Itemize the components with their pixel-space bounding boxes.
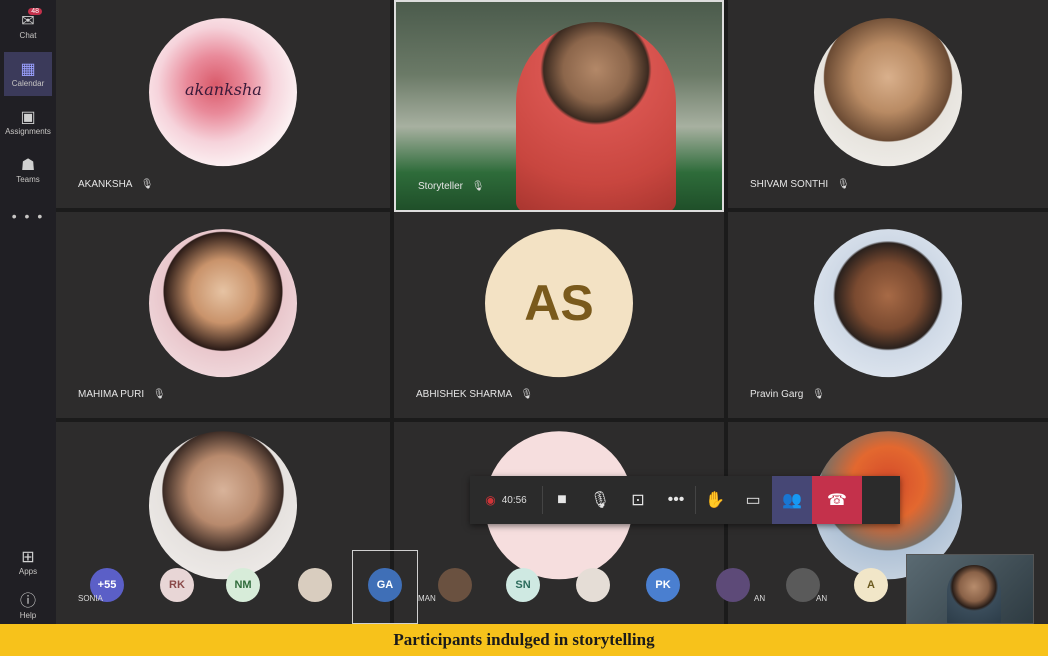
participant-name: Storyteller [418, 181, 464, 192]
app-rail: ✉ Chat 48 ▦ Calendar ▣ Assignments ☗ Tea… [0, 0, 57, 624]
self-figure [947, 565, 1001, 623]
rail-apps-label: Apps [18, 566, 38, 576]
share-screen-icon: ⊡ [631, 492, 645, 509]
rail-chat[interactable]: ✉ Chat 48 [4, 4, 52, 48]
participant-tile[interactable]: akanksha AKANKSHA 🎙 [56, 0, 390, 208]
camera-button[interactable]: ■ [543, 476, 581, 524]
meeting-timer-text: 40:56 [501, 494, 527, 506]
participant-name: ABHISHEK SHARMA [416, 389, 512, 400]
teams-meeting-window: ✉ Chat 48 ▦ Calendar ▣ Assignments ☗ Tea… [0, 0, 1048, 624]
participant-chip[interactable]: GA [368, 568, 402, 602]
participant-tile[interactable]: Pravin Garg 🎙 [728, 212, 1048, 418]
participant-chip[interactable]: NM [226, 568, 260, 602]
mic-button[interactable]: 🎙 [581, 476, 619, 524]
participant-avatar [814, 229, 962, 378]
speaker-figure [516, 22, 676, 210]
participant-name-row: Pravin Garg 🎙 [750, 389, 825, 400]
video-grid: akanksha AKANKSHA 🎙 Storyteller 🎙 SHIVAM… [56, 0, 1048, 624]
participant-name: Pravin Garg [750, 389, 804, 400]
participant-name-row: Storyteller 🎙 [418, 181, 485, 192]
participant-tile[interactable]: MAHIMA PURI 🎙 [56, 212, 390, 418]
more-actions-button[interactable]: ••• [657, 476, 695, 524]
participant-chip[interactable]: A [854, 568, 888, 602]
participant-chip[interactable]: SN [506, 568, 540, 602]
leave-call-button[interactable]: ☎ [812, 476, 862, 524]
microphone-icon: 🎙 [589, 492, 611, 509]
participant-tile[interactable]: AS ABHISHEK SHARMA 🎙 [394, 212, 724, 418]
participant-avatar [814, 18, 962, 167]
participants-button[interactable]: 👥 [772, 476, 812, 524]
people-icon: 👥 [782, 492, 802, 509]
participant-chip[interactable] [576, 568, 610, 602]
participant-chip[interactable] [716, 568, 750, 602]
raise-hand-button[interactable]: ✋ [696, 476, 734, 524]
participant-chip[interactable]: PK [646, 568, 680, 602]
strip-name: AN [754, 594, 766, 603]
image-caption: Participants indulged in storytelling [0, 624, 1048, 656]
participant-avatar [149, 229, 297, 378]
mic-off-icon: 🎙 [520, 389, 534, 400]
mic-off-icon: 🎙 [152, 389, 166, 400]
rail-teams-label: Teams [16, 174, 40, 184]
strip-name: SONIA [78, 594, 103, 603]
participant-video [396, 2, 722, 210]
meeting-controls-bar: ◉ 40:56 ■ 🎙 ⊡ ••• ✋ ▭ 👥 ☎ [470, 476, 900, 524]
chat-badge: 48 [28, 8, 42, 15]
rail-assignments-label: Assignments [5, 126, 51, 136]
participant-name: AKANKSHA [78, 179, 132, 190]
more-apps-icon[interactable]: • • • [4, 208, 52, 224]
share-screen-button[interactable]: ⊡ [619, 476, 657, 524]
participant-name-row: MAHIMA PURI 🎙 [78, 389, 166, 400]
mic-off-icon: 🎙 [140, 179, 154, 190]
help-icon: ⓘ [19, 592, 36, 610]
meeting-timer: ◉ 40:56 [470, 476, 542, 524]
mic-icon: 🎙 [471, 181, 485, 192]
participant-avatar: akanksha [149, 18, 297, 167]
participant-name: SHIVAM SONTHI [750, 179, 829, 190]
participant-chip[interactable] [438, 568, 472, 602]
participant-strip: +55 SONIA RK NM GA MAN SN PK AN A AN [56, 550, 1048, 624]
participant-chip[interactable] [786, 568, 820, 602]
active-speaker-tile[interactable]: Storyteller 🎙 [394, 0, 724, 212]
rail-calendar-label: Calendar [11, 78, 45, 88]
rail-help[interactable]: ⓘ Help [4, 584, 52, 628]
apps-icon: ⊞ [21, 548, 35, 566]
mic-off-icon: 🎙 [836, 179, 850, 190]
hang-up-icon: ☎ [827, 492, 847, 509]
recording-icon: ◉ [485, 493, 496, 507]
rail-help-label: Help [19, 610, 37, 620]
strip-name: AN [816, 594, 828, 603]
chat-button[interactable]: ▭ [734, 476, 772, 524]
participant-name-row: AKANKSHA 🎙 [78, 179, 153, 190]
rail-calendar[interactable]: ▦ Calendar [4, 52, 52, 96]
participant-tile[interactable]: SHIVAM SONTHI 🎙 [728, 0, 1048, 208]
rail-chat-label: Chat [19, 30, 37, 40]
participant-avatar: AS [485, 229, 633, 378]
participant-chip[interactable]: RK [160, 568, 194, 602]
participant-name-row: SHIVAM SONTHI 🎙 [750, 179, 850, 190]
ellipsis-icon: ••• [667, 491, 685, 508]
camera-icon: ■ [557, 491, 567, 508]
mic-off-icon: 🎙 [812, 389, 825, 400]
hand-icon: ✋ [705, 492, 725, 509]
participant-chip[interactable] [298, 568, 332, 602]
teams-icon: ☗ [20, 156, 36, 174]
participant-name: MAHIMA PURI [78, 389, 145, 400]
calendar-icon: ▦ [20, 60, 36, 78]
strip-name: MAN [418, 594, 436, 603]
chat-icon: ✉ [21, 12, 35, 30]
participant-name-row: ABHISHEK SHARMA 🎙 [416, 389, 533, 400]
chat-bubble-icon: ▭ [745, 492, 761, 509]
self-view-video[interactable] [906, 554, 1034, 624]
rail-assignments[interactable]: ▣ Assignments [4, 100, 52, 144]
rail-teams[interactable]: ☗ Teams [4, 148, 52, 192]
assignments-icon: ▣ [20, 108, 36, 126]
avatar-logo-text: akanksha [185, 80, 262, 100]
rail-apps[interactable]: ⊞ Apps [4, 540, 52, 584]
